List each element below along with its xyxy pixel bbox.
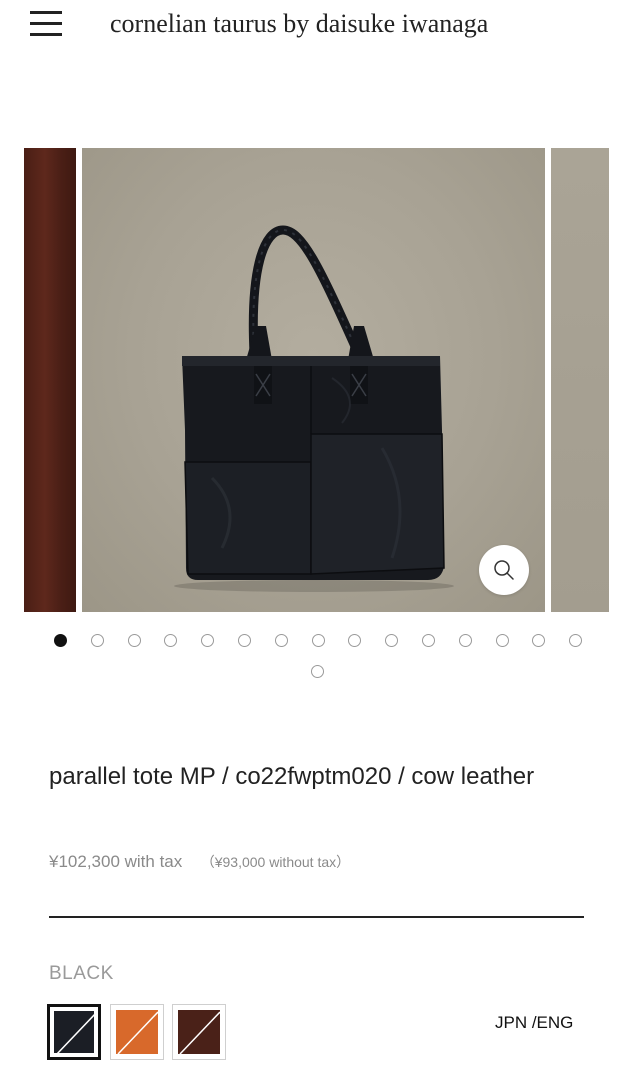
magnifier-icon xyxy=(494,560,514,580)
carousel-dot-2[interactable] xyxy=(90,634,104,647)
brand-logo-text[interactable]: cornelian taurus by daisuke iwanaga xyxy=(110,9,488,39)
color-swatch-orange[interactable] xyxy=(110,1004,164,1060)
carousel-dot-16[interactable] xyxy=(311,665,324,678)
carousel-dot-11[interactable] xyxy=(422,634,435,647)
carousel-dot-6[interactable] xyxy=(238,634,251,647)
selected-color-label: BLACK xyxy=(49,963,114,984)
price-row: ¥102,300 with tax （¥93,000 without tax） xyxy=(49,852,350,872)
carousel-dot-10[interactable] xyxy=(385,634,399,647)
carousel-dot-12[interactable] xyxy=(458,634,472,647)
price-without-tax: （¥93,000 without tax） xyxy=(200,854,351,870)
carousel-dot-1[interactable] xyxy=(54,634,67,647)
carousel-dot-7[interactable] xyxy=(274,634,288,647)
zoom-button[interactable] xyxy=(479,545,529,595)
carousel-dot-8[interactable] xyxy=(311,634,325,647)
color-swatch-black[interactable] xyxy=(47,1004,101,1060)
carousel-dot-14[interactable] xyxy=(532,634,546,647)
carousel-dot-5[interactable] xyxy=(201,634,215,647)
carousel-dot-3[interactable] xyxy=(127,634,141,647)
product-image-carousel[interactable] xyxy=(0,148,634,612)
hamburger-menu-icon[interactable] xyxy=(30,11,62,37)
carousel-dot-9[interactable] xyxy=(348,634,362,647)
product-image-main[interactable] xyxy=(82,148,545,612)
carousel-dot-15[interactable] xyxy=(569,634,583,647)
divider xyxy=(49,916,584,918)
site-header: cornelian taurus by daisuke iwanaga xyxy=(0,0,634,60)
price-with-tax: ¥102,300 with tax xyxy=(49,852,183,871)
carousel-dot-13[interactable] xyxy=(495,634,509,647)
color-swatch-brown[interactable] xyxy=(172,1004,226,1060)
tote-bag-illustration xyxy=(174,225,454,592)
product-title: parallel tote MP / co22fwptm020 / cow le… xyxy=(49,763,535,790)
next-slide-peek[interactable] xyxy=(551,148,609,612)
previous-slide-peek[interactable] xyxy=(24,148,76,612)
carousel-dot-4[interactable] xyxy=(164,634,178,647)
language-switch[interactable]: JPN /ENG xyxy=(495,1013,573,1033)
